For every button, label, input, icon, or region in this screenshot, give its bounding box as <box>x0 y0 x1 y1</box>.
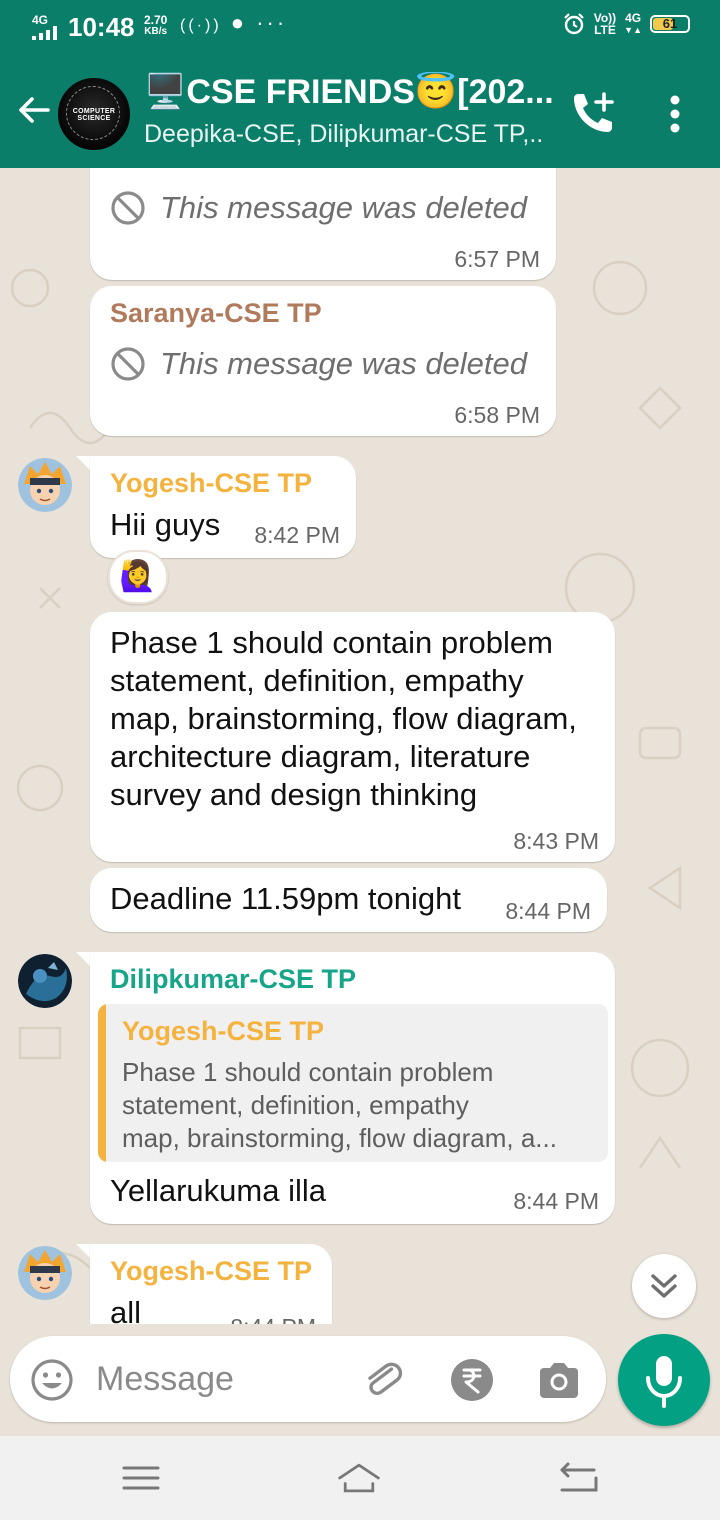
sender-name[interactable]: Yogesh-CSE TP <box>110 1256 312 1287</box>
quote-sender: Yogesh-CSE TP <box>122 1016 325 1046</box>
message-bubble[interactable]: Deadline 11.59pm tonight 8:44 PM <box>90 868 607 932</box>
app-header: 4G 10:48 2.70 KB/s ((·)) ● ··· Vo)) LTE <box>0 0 720 168</box>
avatar-label: COMPUTER SCIENCE <box>72 108 116 122</box>
message-line: architecture diagram, literature <box>110 739 531 774</box>
message-bubble[interactable]: Dilipkumar-CSE TP Yogesh-CSE TP Phase 1 … <box>90 952 615 1224</box>
quote-line: Phase 1 should contain problem <box>122 1057 494 1087</box>
message-line: map, brainstorming, flow diagram, <box>110 701 577 736</box>
message-line: Phase 1 should contain problem <box>110 625 553 660</box>
add-call-icon[interactable] <box>568 90 618 136</box>
volte-indicator: Vo)) LTE <box>594 12 616 36</box>
rupee-icon[interactable] <box>450 1358 494 1402</box>
network-right: 4G ▼▲ <box>624 12 642 36</box>
network-right-label: 4G <box>625 11 642 25</box>
avatar[interactable] <box>18 458 72 512</box>
notification-icons: ((·)) ● ··· <box>180 10 287 36</box>
recent-apps-icon[interactable] <box>118 1456 164 1500</box>
quoted-message[interactable]: Yogesh-CSE TP Phase 1 should contain pro… <box>98 1004 608 1162</box>
more-notifications-icon: ··· <box>256 10 288 35</box>
message-time: 8:43 PM <box>513 828 599 854</box>
back-arrow-icon[interactable] <box>14 90 54 130</box>
alarm-icon <box>563 13 584 35</box>
battery-icon: 61 <box>650 15 690 33</box>
network-type: 4G <box>32 13 49 27</box>
message-bubble[interactable]: Phase 1 should contain problem statement… <box>90 612 615 862</box>
message-text: Hii guys <box>110 507 221 542</box>
emoji-icon[interactable] <box>30 1358 74 1402</box>
avatar[interactable] <box>18 1246 72 1300</box>
volte-bottom: LTE <box>594 23 616 37</box>
message-time: 8:42 PM <box>254 522 340 548</box>
quote-line: map, brainstorming, flow diagram, a... <box>122 1123 557 1153</box>
deleted-message: This message was deleted <box>110 190 527 226</box>
deleted-message: This message was deleted <box>110 346 527 382</box>
message-bubble[interactable]: This message was deleted 6:57 PM <box>90 168 556 280</box>
data-arrows-icon: ▼▲ <box>624 25 642 35</box>
scroll-to-bottom-button[interactable] <box>632 1254 696 1318</box>
hotspot-icon: ((·)) <box>180 17 222 34</box>
sender-name[interactable]: Saranya-CSE TP <box>110 298 322 329</box>
deleted-text: This message was deleted <box>160 190 528 225</box>
more-vert-icon[interactable] <box>660 92 690 138</box>
message-input[interactable] <box>96 1356 336 1402</box>
message-time: 8:44 PM <box>513 1188 599 1214</box>
signal-icon <box>32 26 57 40</box>
sender-name[interactable]: Yogesh-CSE TP <box>110 468 312 499</box>
message-time: 8:44 PM <box>505 898 591 924</box>
message-bubble[interactable]: Saranya-CSE TP This message was deleted … <box>90 286 556 436</box>
network-speed-unit: KB/s <box>144 26 168 37</box>
chat-title[interactable]: 🖥️CSE FRIENDS😇[202... <box>144 72 554 112</box>
chat-members[interactable]: Deepika-CSE, Dilipkumar-CSE TP,... <box>144 120 544 149</box>
network-speed-value: 2.70 <box>144 13 168 27</box>
avatar[interactable] <box>18 954 72 1008</box>
paperclip-icon[interactable] <box>360 1356 406 1402</box>
message-text: Yellarukuma illa <box>110 1173 326 1208</box>
clock: 10:48 <box>68 12 135 42</box>
sender-name[interactable]: Dilipkumar-CSE TP <box>110 964 356 995</box>
home-icon[interactable] <box>336 1456 382 1500</box>
message-time: 6:58 PM <box>454 402 540 428</box>
message-bubble[interactable]: Yogesh-CSE TP Hii guys 8:42 PM <box>90 456 356 558</box>
battery-level: 61 <box>662 16 678 31</box>
mic-button[interactable] <box>618 1334 710 1426</box>
status-bar: 4G 10:48 2.70 KB/s ((·)) ● ··· Vo)) LTE <box>0 0 720 56</box>
group-avatar[interactable]: COMPUTER SCIENCE <box>56 76 132 152</box>
blocked-icon <box>111 347 145 381</box>
deleted-text: This message was deleted <box>160 346 528 381</box>
reaction-badge[interactable]: 🙋‍♀️ <box>108 550 168 604</box>
chat-area[interactable]: This message was deleted 6:57 PM Saranya… <box>0 168 720 1436</box>
message-text: Deadline 11.59pm tonight <box>110 881 462 916</box>
quote-line: statement, definition, empathy <box>122 1090 469 1120</box>
message-line: survey and design thinking <box>110 777 478 812</box>
quote-bar <box>98 1004 106 1162</box>
blocked-icon <box>111 191 145 225</box>
message-composer <box>10 1336 606 1422</box>
chevron-double-down-icon <box>651 1274 677 1298</box>
camera-icon[interactable] <box>536 1358 582 1402</box>
leaf-icon: ● <box>230 10 248 35</box>
mic-icon <box>646 1356 682 1408</box>
message-line: statement, definition, empathy <box>110 663 524 698</box>
quote-text: Phase 1 should contain problem statement… <box>122 1056 592 1155</box>
network-speed: 2.70 KB/s <box>144 14 167 38</box>
status-right: Vo)) LTE 4G ▼▲ 61 <box>562 12 690 36</box>
message-time: 6:57 PM <box>454 246 540 272</box>
back-icon[interactable] <box>556 1456 602 1500</box>
message-text: Phase 1 should contain problem statement… <box>110 624 577 814</box>
system-nav-bar <box>0 1436 720 1520</box>
